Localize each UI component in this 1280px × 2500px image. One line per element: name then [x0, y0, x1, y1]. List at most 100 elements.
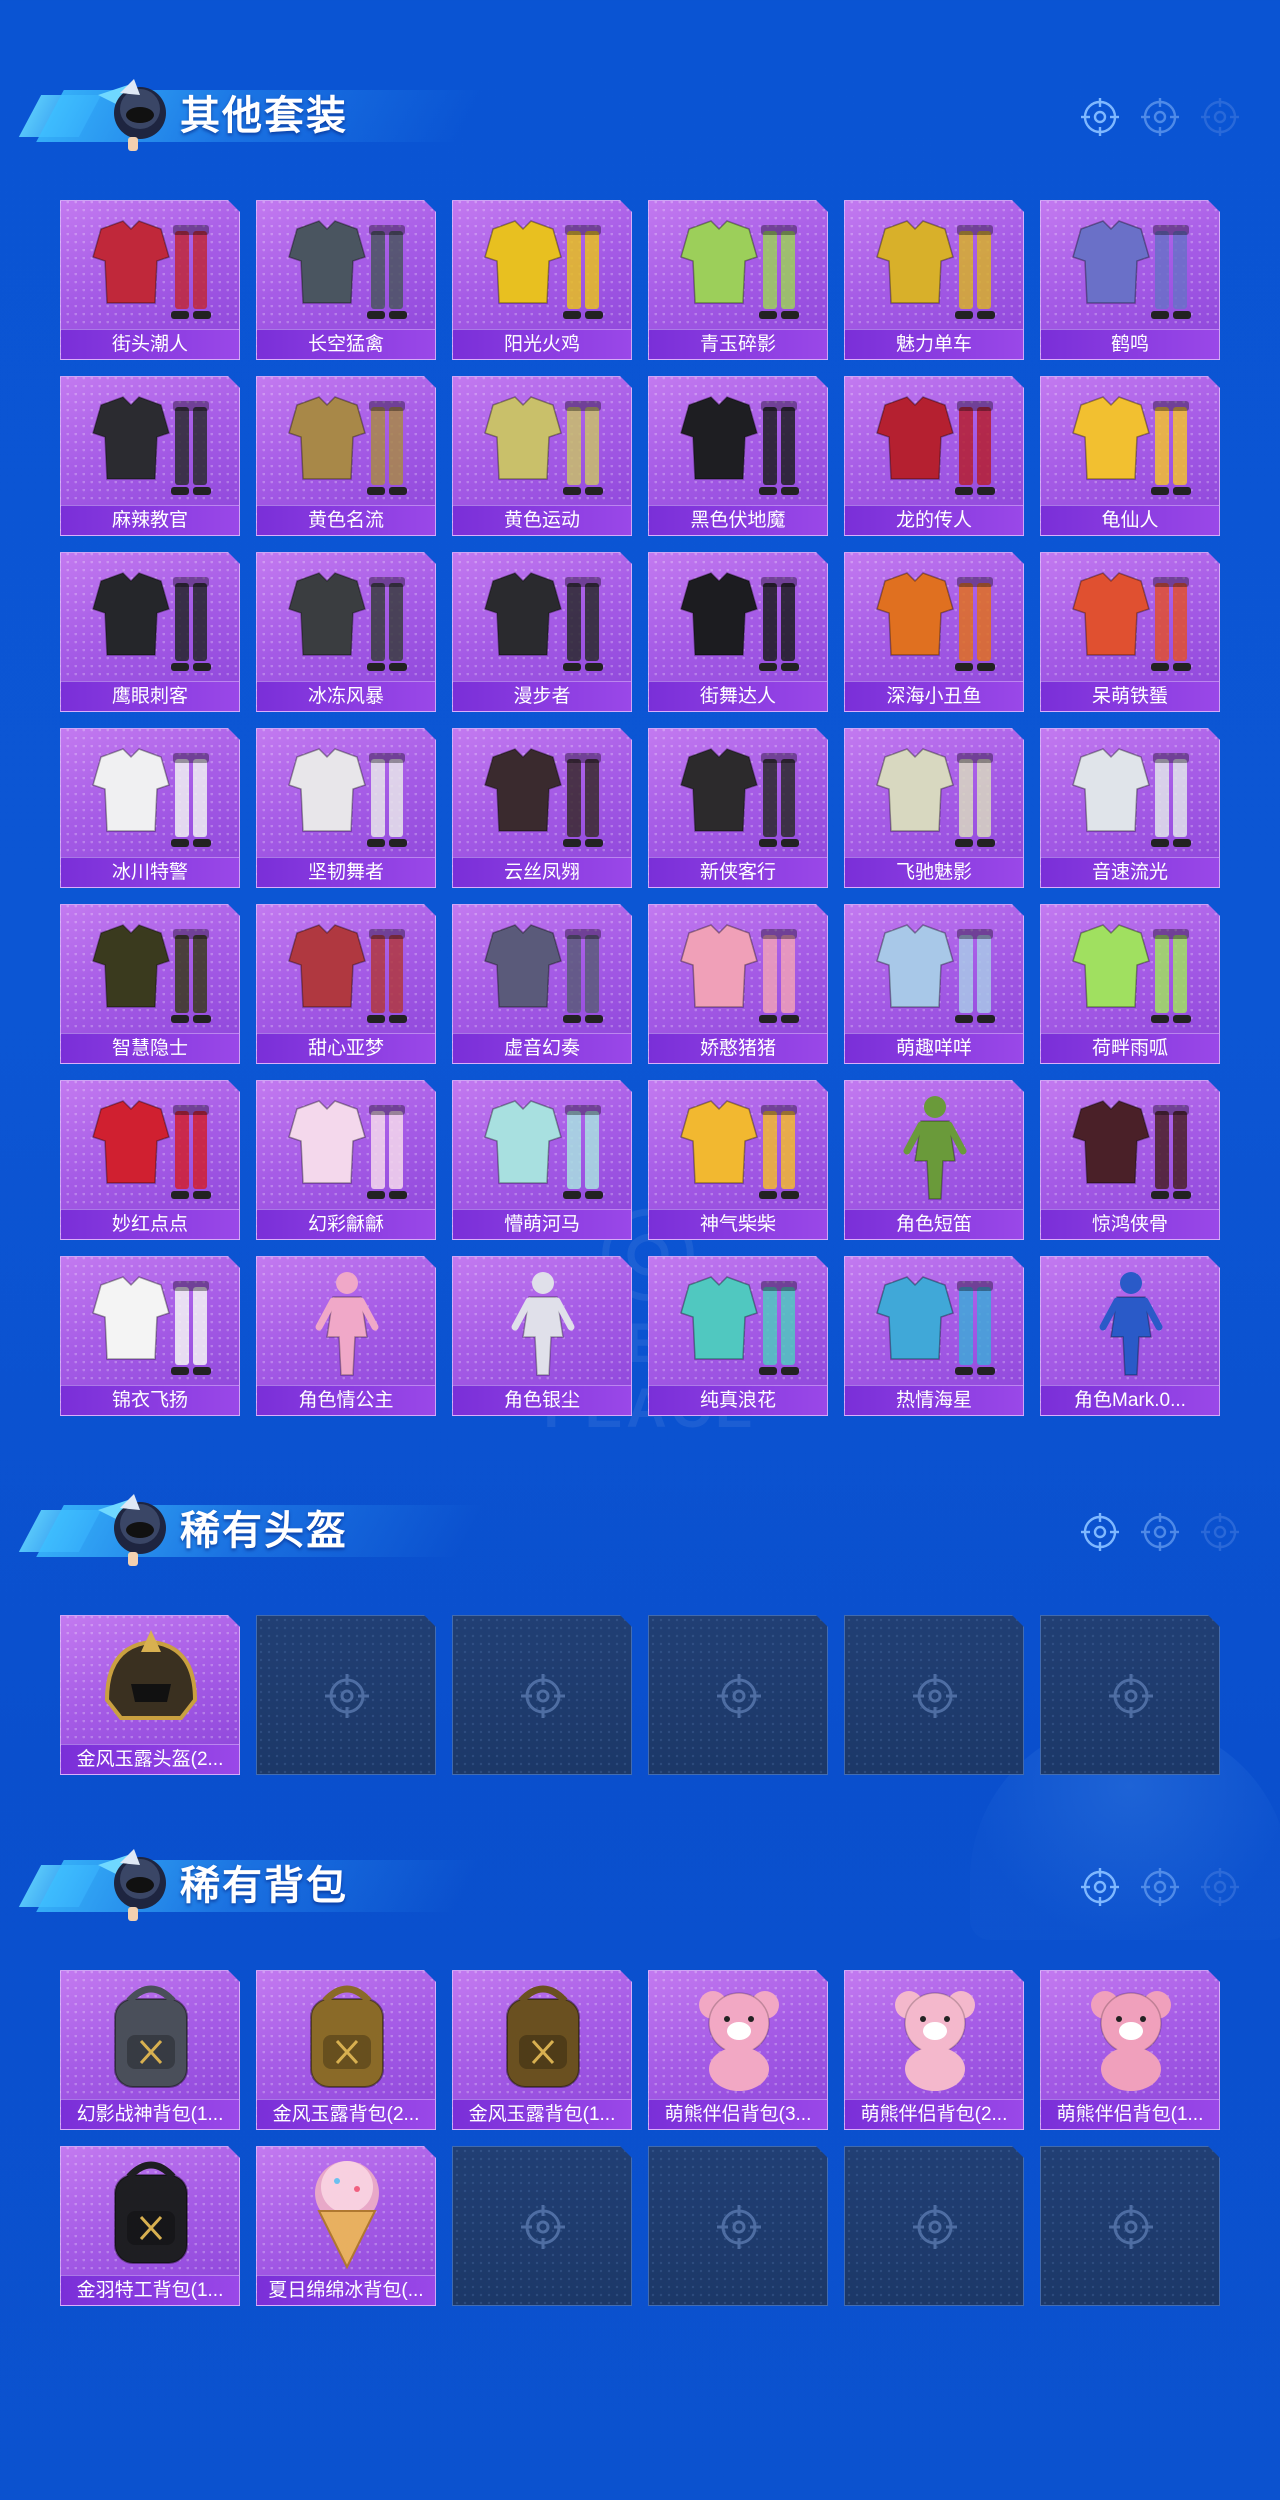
item-card[interactable]: 阳光火鸡	[452, 200, 632, 360]
item-card[interactable]: 惊鸿侠骨	[1040, 1080, 1220, 1240]
item-card[interactable]: 深海小丑鱼	[844, 552, 1024, 712]
item-card[interactable]: 长空猛禽	[256, 200, 436, 360]
outfit-image	[680, 572, 799, 671]
crosshair-icon	[913, 2205, 957, 2249]
item-card[interactable]: 锦衣飞扬	[60, 1256, 240, 1416]
item-card[interactable]: 金风玉露背包(2...	[256, 1970, 436, 2130]
item-label: 娇憨猪猪	[649, 1033, 827, 1063]
crosshair-icon	[521, 1674, 565, 1718]
item-card[interactable]: 妙红点点	[60, 1080, 240, 1240]
item-card[interactable]: 娇憨猪猪	[648, 904, 828, 1064]
item-card[interactable]: 虚音幻奏	[452, 904, 632, 1064]
outfit-image	[484, 220, 603, 319]
empty-slot	[256, 1615, 436, 1775]
outfit-image	[876, 924, 995, 1023]
item-label: 热情海星	[845, 1385, 1023, 1415]
item-card[interactable]: 新侠客行	[648, 728, 828, 888]
item-card[interactable]: 神气柴柴	[648, 1080, 828, 1240]
outfit-image	[92, 1100, 211, 1199]
item-card[interactable]: 角色银尘	[452, 1256, 632, 1416]
item-label: 冰川特警	[61, 857, 239, 887]
item-card[interactable]: 甜心亚梦	[256, 904, 436, 1064]
section-header: 稀有背包	[18, 1825, 484, 1945]
item-label: 萌趣咩咩	[845, 1033, 1023, 1063]
item-card[interactable]: 冰川特警	[60, 728, 240, 888]
item-card[interactable]: 街头潮人	[60, 200, 240, 360]
item-card[interactable]: 龙的传人	[844, 376, 1024, 536]
outfit-image	[680, 748, 799, 847]
item-card[interactable]: 金羽特工背包(1...	[60, 2146, 240, 2306]
outfit-image	[876, 748, 995, 847]
outfit-image	[288, 220, 407, 319]
section-title: 稀有背包	[180, 1864, 348, 1908]
item-label: 惊鸿侠骨	[1041, 1209, 1219, 1239]
bear-image	[699, 1991, 779, 2091]
item-card[interactable]: 冰冻风暴	[256, 552, 436, 712]
empty-slot	[648, 2146, 828, 2306]
item-card[interactable]: 萌熊伴侣背包(2...	[844, 1970, 1024, 2130]
outfit-image	[288, 1100, 407, 1199]
item-card[interactable]: 音速流光	[1040, 728, 1220, 888]
item-card[interactable]: 角色情公主	[256, 1256, 436, 1416]
item-card[interactable]: 飞驰魅影	[844, 728, 1024, 888]
item-label: 角色短笛	[845, 1209, 1023, 1239]
item-card[interactable]: 漫步者	[452, 552, 632, 712]
item-label: 冰冻风暴	[257, 681, 435, 711]
item-card[interactable]: 魅力单车	[844, 200, 1024, 360]
outfit-image	[1072, 924, 1191, 1023]
empty-slot	[1040, 1615, 1220, 1775]
empty-slot	[844, 1615, 1024, 1775]
item-card[interactable]: 角色短笛	[844, 1080, 1024, 1240]
item-card[interactable]: 幻彩龢龢	[256, 1080, 436, 1240]
mascot-icon	[98, 1494, 166, 1566]
item-card[interactable]: 黄色名流	[256, 376, 436, 536]
item-card[interactable]: 懵萌河马	[452, 1080, 632, 1240]
item-card[interactable]: 角色Mark.0...	[1040, 1256, 1220, 1416]
outfit-image	[288, 924, 407, 1023]
item-card[interactable]: 麻辣教官	[60, 376, 240, 536]
outfit-image	[92, 748, 211, 847]
item-card[interactable]: 金风玉露背包(1...	[452, 1970, 632, 2130]
crosshair-icons	[1081, 1513, 1239, 1551]
item-card[interactable]: 鹤鸣	[1040, 200, 1220, 360]
item-label: 街舞达人	[649, 681, 827, 711]
item-card[interactable]: 街舞达人	[648, 552, 828, 712]
outfit-image	[680, 1100, 799, 1199]
item-card[interactable]: 呆萌铁蜑	[1040, 552, 1220, 712]
item-label: 甜心亚梦	[257, 1033, 435, 1063]
item-label: 萌熊伴侣背包(3...	[649, 2099, 827, 2129]
item-label: 夏日绵绵冰背包(...	[257, 2275, 435, 2305]
item-card[interactable]: 幻影战神背包(1...	[60, 1970, 240, 2130]
section-title: 其他套装	[180, 94, 348, 138]
item-card[interactable]: 青玉碎影	[648, 200, 828, 360]
item-label: 角色银尘	[453, 1385, 631, 1415]
section-title: 稀有头盔	[180, 1509, 348, 1553]
item-card[interactable]: 云丝凤翙	[452, 728, 632, 888]
item-card[interactable]: 纯真浪花	[648, 1256, 828, 1416]
item-card[interactable]: 智慧隐士	[60, 904, 240, 1064]
item-label: 幻彩龢龢	[257, 1209, 435, 1239]
item-label: 金羽特工背包(1...	[61, 2275, 239, 2305]
item-label: 萌熊伴侣背包(1...	[1041, 2099, 1219, 2129]
item-card[interactable]: 热情海星	[844, 1256, 1024, 1416]
item-card[interactable]: 萌熊伴侣背包(3...	[648, 1970, 828, 2130]
item-card[interactable]: 龟仙人	[1040, 376, 1220, 536]
outfit-image	[876, 220, 995, 319]
item-card[interactable]: 金风玉露头盔(2...	[60, 1615, 240, 1775]
item-card[interactable]: 黑色伏地魔	[648, 376, 828, 536]
outfit-image	[1072, 748, 1191, 847]
crosshair-icon	[1109, 2205, 1153, 2249]
item-card[interactable]: 荷畔雨呱	[1040, 904, 1220, 1064]
bear-image	[895, 1991, 975, 2091]
item-card[interactable]: 萌熊伴侣背包(1...	[1040, 1970, 1220, 2130]
item-label: 龙的传人	[845, 505, 1023, 535]
item-label: 幻影战神背包(1...	[61, 2099, 239, 2129]
item-card[interactable]: 坚韧舞者	[256, 728, 436, 888]
figure-image	[1099, 1272, 1163, 1376]
item-card[interactable]: 黄色运动	[452, 376, 632, 536]
empty-slot	[844, 2146, 1024, 2306]
item-card[interactable]: 夏日绵绵冰背包(...	[256, 2146, 436, 2306]
item-card[interactable]: 萌趣咩咩	[844, 904, 1024, 1064]
item-card[interactable]: 鹰眼刺客	[60, 552, 240, 712]
outfit-image	[484, 924, 603, 1023]
